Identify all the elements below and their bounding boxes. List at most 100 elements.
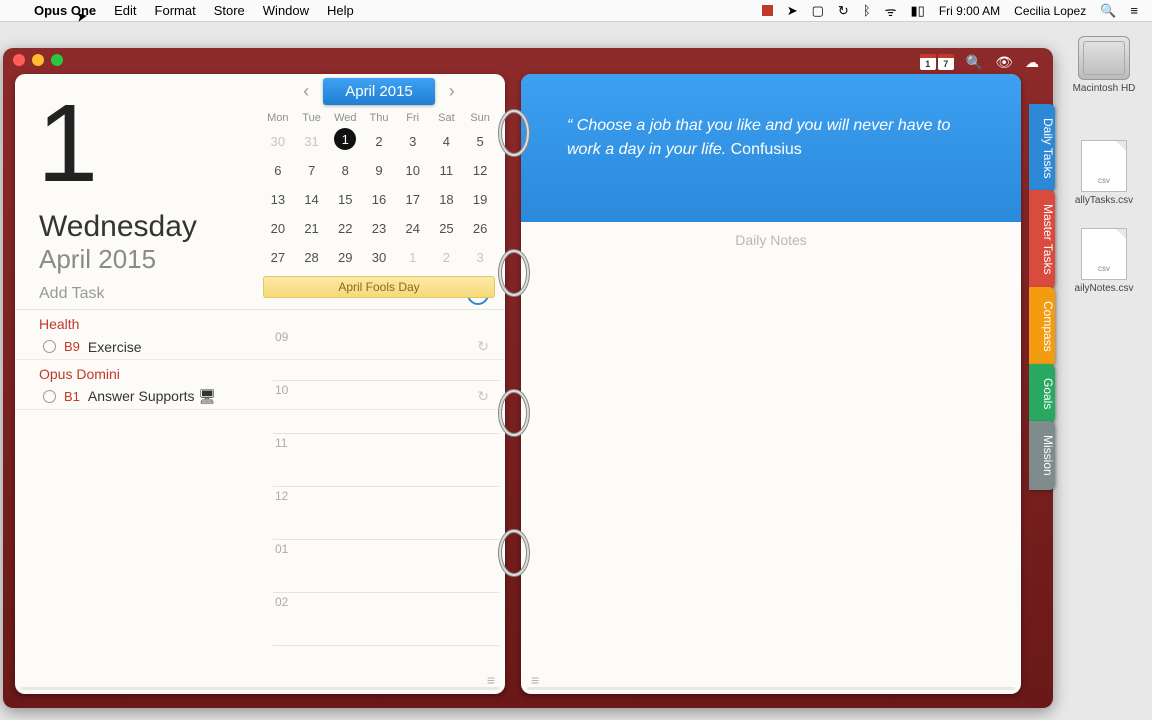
battery-icon[interactable]: ▮▯ — [911, 3, 925, 19]
preview-icon[interactable]: 👁 — [995, 54, 1013, 71]
page-grip-icon[interactable]: ≡ — [487, 672, 495, 688]
day-cell[interactable]: 31 — [295, 127, 329, 156]
day-cell[interactable]: 3 — [396, 127, 430, 156]
day-cell[interactable]: 2 — [362, 127, 396, 156]
allday-event-banner[interactable]: April Fools Day — [263, 276, 495, 298]
section-tabs: Daily Tasks Master Tasks Compass Goals M… — [1029, 104, 1055, 488]
desktop-file-dailytasks[interactable]: allyTasks.csv — [1066, 140, 1142, 206]
mini-month-title[interactable]: April 2015 — [323, 78, 435, 105]
close-button[interactable] — [13, 54, 25, 66]
day-cell[interactable]: 9 — [362, 156, 396, 185]
day-cell[interactable]: 4 — [430, 127, 464, 156]
tab-master-tasks[interactable]: Master Tasks — [1029, 190, 1055, 288]
tab-daily-tasks[interactable]: Daily Tasks — [1029, 104, 1055, 192]
day-cell[interactable]: 13 — [261, 185, 295, 214]
menubar-item-help[interactable]: Help — [327, 3, 354, 18]
spotlight-icon[interactable]: 🔍 — [1100, 3, 1116, 19]
sync-cloud-icon[interactable]: ☁ — [1025, 54, 1039, 71]
hour-label: 01 — [275, 542, 288, 556]
task-priority: B1 — [64, 389, 80, 404]
minimize-button[interactable] — [32, 54, 44, 66]
tab-compass[interactable]: Compass — [1029, 287, 1055, 366]
prev-month-button[interactable]: ‹ — [297, 81, 315, 102]
day-cell[interactable]: 30 — [261, 127, 295, 156]
day-cell[interactable]: 28 — [295, 243, 329, 272]
tab-goals[interactable]: Goals — [1029, 364, 1055, 423]
day-cell[interactable]: 23 — [362, 214, 396, 243]
task-title: Answer Supports 🖥 — [88, 388, 216, 405]
day-cell[interactable]: 17 — [396, 185, 430, 214]
notifications-icon[interactable]: ≡ — [1130, 3, 1138, 18]
desktop-file-dailynotes[interactable]: ailyNotes.csv — [1066, 228, 1142, 294]
day-cell[interactable]: 21 — [295, 214, 329, 243]
day-cell[interactable]: 15 — [328, 185, 362, 214]
day-cell[interactable]: 19 — [463, 185, 497, 214]
page-grip-icon[interactable]: ≡ — [531, 672, 539, 688]
weekday-label: Tue — [295, 109, 329, 127]
quote-author: Confusius — [731, 141, 802, 158]
hour-row[interactable]: 01 — [273, 540, 499, 593]
daily-quote: “ Choose a job that you like and you wil… — [521, 74, 1021, 222]
menubar-clock[interactable]: Fri 9:00 AM — [939, 4, 1000, 18]
menubar-item-format[interactable]: Format — [155, 3, 196, 18]
view-day-button[interactable]: 1 — [920, 54, 936, 70]
hour-row[interactable]: 10 — [273, 381, 499, 434]
day-cell[interactable]: 12 — [463, 156, 497, 185]
menubar-item-edit[interactable]: Edit — [114, 3, 136, 18]
menubar-user[interactable]: Cecilia Lopez — [1014, 4, 1086, 18]
bluetooth-icon[interactable]: ᛒ — [863, 3, 871, 18]
hour-row[interactable]: 09 — [273, 328, 499, 381]
location-icon[interactable]: ➤ — [787, 3, 798, 19]
day-cell[interactable]: 2 — [430, 243, 464, 272]
day-cell[interactable]: 3 — [463, 243, 497, 272]
day-cell[interactable]: 29 — [328, 243, 362, 272]
desktop-hd-icon[interactable]: Macintosh HD — [1066, 36, 1142, 94]
day-cell[interactable]: 8 — [328, 156, 362, 185]
view-week-button[interactable]: 7 — [938, 54, 954, 70]
day-cell[interactable]: 20 — [261, 214, 295, 243]
menubar-item-window[interactable]: Window — [263, 3, 309, 18]
weekday-label: Fri — [396, 109, 430, 127]
weekday-label: Wed — [328, 109, 362, 127]
day-cell[interactable]: 30 — [362, 243, 396, 272]
day-cell[interactable]: 27 — [261, 243, 295, 272]
timemachine-icon[interactable]: ↻ — [838, 3, 849, 19]
day-cell[interactable]: 7 — [295, 156, 329, 185]
daily-notes-area[interactable] — [521, 232, 1021, 684]
hour-label: 09 — [275, 330, 288, 344]
day-cell[interactable]: 6 — [261, 156, 295, 185]
day-cell[interactable]: 11 — [430, 156, 464, 185]
day-cell[interactable]: 16 — [362, 185, 396, 214]
day-cell[interactable]: 24 — [396, 214, 430, 243]
day-cell[interactable]: 25 — [430, 214, 464, 243]
day-cell[interactable]: 10 — [396, 156, 430, 185]
hour-row[interactable]: 02 — [273, 593, 499, 646]
hour-row[interactable]: 12 — [273, 487, 499, 540]
window-toolbar-right: 1 7 🔍 👁 ☁ — [920, 54, 1039, 71]
planner-left-page: 1 Wednesday April 2015 Add Task + Health… — [15, 74, 505, 694]
day-cell[interactable]: 5 — [463, 127, 497, 156]
day-cell[interactable]: 1 — [396, 243, 430, 272]
tab-mission[interactable]: Mission — [1029, 421, 1055, 490]
day-cell[interactable]: 22 — [328, 214, 362, 243]
hour-row[interactable]: 11 — [273, 434, 499, 487]
day-cell[interactable]: 14 — [295, 185, 329, 214]
weekday-label: Mon — [261, 109, 295, 127]
macos-menubar: Opus One Edit Format Store Window Help ➤… — [0, 0, 1152, 22]
next-month-button[interactable]: › — [443, 81, 461, 102]
airplay-icon[interactable]: ▢ — [812, 3, 824, 19]
search-icon[interactable]: 🔍 — [966, 54, 983, 71]
opus-one-window: 1 7 🔍 👁 ☁ 1 Wednesday April 2015 Add Tas… — [3, 48, 1053, 708]
add-task-label: Add Task — [39, 285, 105, 303]
planner-right-page: “ Choose a job that you like and you wil… — [521, 74, 1021, 694]
day-cell[interactable]: 18 — [430, 185, 464, 214]
day-cell-selected[interactable]: 1 — [334, 128, 356, 150]
task-checkbox[interactable] — [43, 390, 56, 403]
status-recording-icon[interactable] — [762, 5, 773, 16]
day-cell[interactable]: 26 — [463, 214, 497, 243]
weekday-label: Sun — [463, 109, 497, 127]
task-checkbox[interactable] — [43, 340, 56, 353]
wifi-icon[interactable]: ᯤ — [885, 2, 897, 20]
menubar-item-store[interactable]: Store — [214, 3, 245, 18]
zoom-button[interactable] — [51, 54, 63, 66]
